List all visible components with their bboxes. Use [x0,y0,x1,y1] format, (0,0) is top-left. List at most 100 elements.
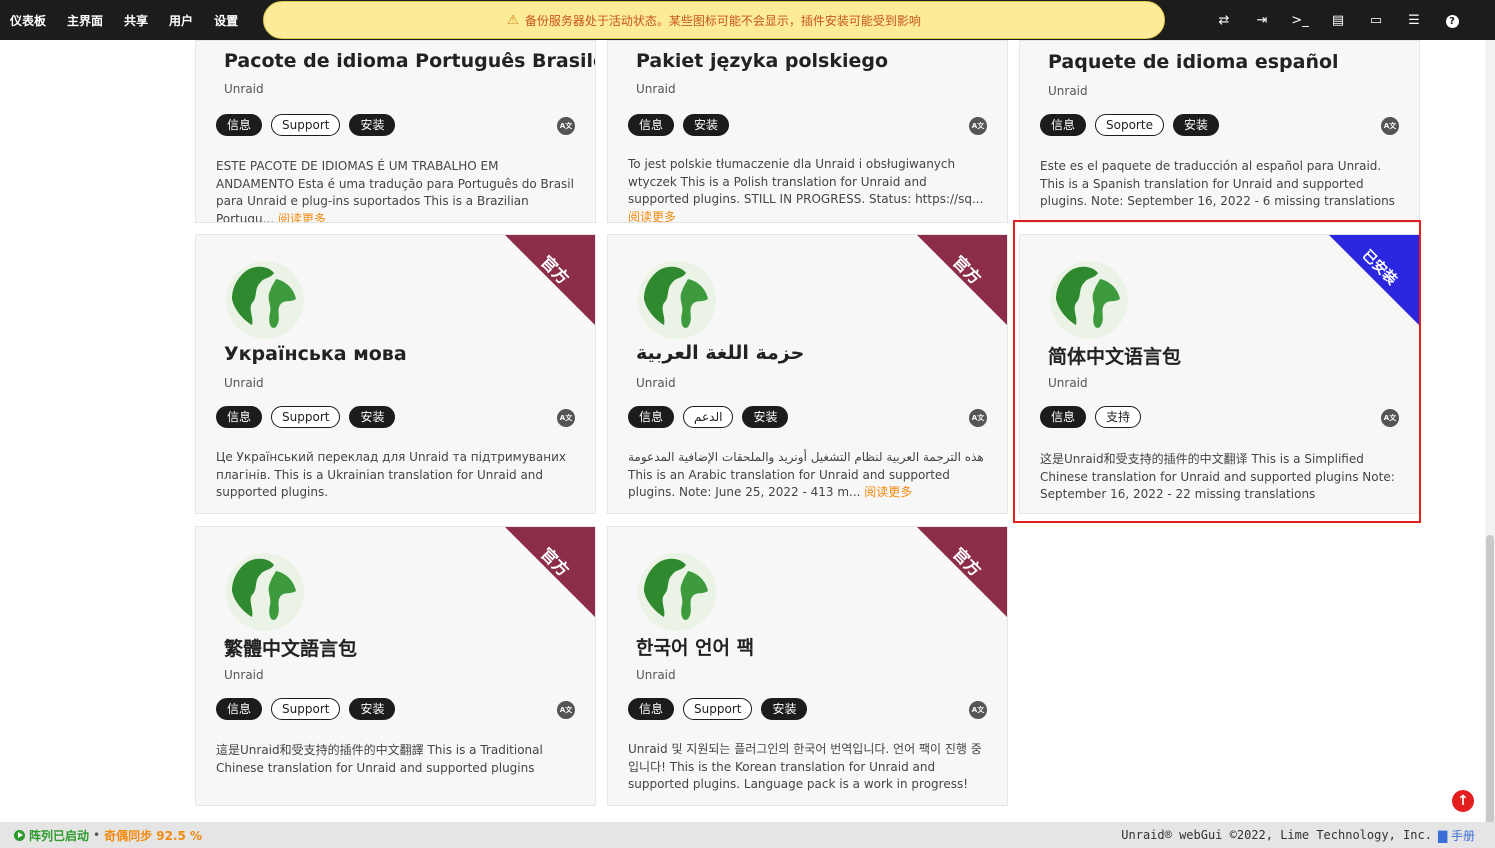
read-more-link[interactable]: 阅读更多 [278,212,326,223]
translate-icon[interactable]: A文 [557,701,575,719]
plugin-card: Pakiet języka polskiego Unraid 信息 安装 A文 … [607,40,1008,223]
warning-text: 备份服务器处于活动状态。某些图标可能不会显示，插件安装可能受到影响 [524,13,921,28]
logout-icon[interactable]: ⇥ [1243,13,1281,28]
array-status: 阵列已启动 • 奇偶同步 92.5 % [14,827,202,844]
nav-main[interactable]: 主界面 [67,12,103,29]
plugin-card: Paquete de idioma español Unraid 信息 Sopo… [1019,40,1420,223]
ribbon-label: 官方 [948,252,985,289]
translate-icon[interactable]: A文 [1381,117,1399,135]
card-title: 한국어 언어 팩 [636,637,755,659]
install-button[interactable]: 安装 [761,698,808,720]
translate-icon[interactable]: A文 [969,117,987,135]
install-button[interactable]: 安装 [683,114,730,136]
plugin-card: 官方 Українська мова Unraid 信息 Support 安装 … [195,234,596,514]
info-button[interactable]: 信息 [216,698,263,720]
manual-label: 手册 [1450,828,1475,843]
log-icon[interactable]: ▤ [1319,13,1357,28]
copyright-text: Unraid® webGui ©2022, Lime Technology, I… [1121,828,1432,842]
support-button[interactable]: Soporte [1095,114,1164,136]
support-button[interactable]: Support [683,698,753,720]
warning-banner: ⚠ 备份服务器处于活动状态。某些图标可能不会显示，插件安装可能受到影响 [263,1,1165,39]
card-title: Pakiet języka polskiego [636,50,889,72]
info-button[interactable]: 信息 [1040,406,1087,428]
ribbon-label: 官方 [948,544,985,581]
card-buttons: 信息 Support 安装 [216,698,404,720]
ribbon-label: 官方 [536,544,573,581]
translate-icon[interactable]: A文 [557,409,575,427]
array-started-text: 阵列已启动 [29,828,90,843]
desc-text: ESTE PACOTE DE IDIOMAS É UM TRABALHO EM … [216,159,574,223]
play-icon [14,829,25,841]
info-button[interactable]: 信息 [1040,114,1087,136]
install-button[interactable]: 安装 [349,698,396,720]
nav-shares[interactable]: 共享 [124,12,148,29]
card-description: Unraid 및 지원되는 플러그인의 한국어 번역입니다. 언어 팩이 진행 … [628,742,982,791]
translate-icon[interactable]: A文 [1381,409,1399,427]
scrollbar-thumb[interactable] [1486,535,1494,848]
card-description: 這是Unraid和受支持的插件的中文翻譯 This is a Tradition… [216,743,543,775]
card-description: 这是Unraid和受支持的插件的中文翻译 This is a Simplifie… [1040,452,1395,501]
card-buttons: 信息 Support 安装 [216,114,404,136]
switch-icon[interactable]: ⇄ [1205,13,1243,28]
install-button[interactable]: 安装 [742,406,789,428]
support-button[interactable]: Support [271,698,341,720]
info-button[interactable]: 信息 [216,406,263,428]
warning-icon: ⚠ [507,12,519,28]
card-description: Це Український переклад для Unraid та пі… [216,450,566,499]
card-title: حزمة اللغة العربية [636,342,805,364]
support-button[interactable]: Support [271,406,341,428]
globe-icon [638,553,716,631]
support-button[interactable]: الدعم [683,406,734,428]
installed-ribbon: 已安装 [1329,235,1419,325]
official-ribbon: 官方 [917,527,1007,617]
manual-link[interactable]: ▇ 手册 [1438,827,1475,844]
nav-users[interactable]: 用户 [169,12,193,29]
help-icon-wrap[interactable]: ? [1433,13,1471,28]
support-button[interactable]: Support [271,114,341,136]
terminal-icon[interactable]: >_ [1281,13,1319,28]
translate-icon[interactable]: A文 [969,701,987,719]
card-buttons: 信息 Support 安装 [216,406,404,428]
help-icon[interactable]: ? [1445,14,1459,28]
translate-icon[interactable]: A文 [969,409,987,427]
official-ribbon: 官方 [505,235,595,325]
card-title: 简体中文语言包 [1048,346,1182,368]
card-buttons: 信息 الدعم 安装 [628,406,797,428]
nav-dashboard[interactable]: 仪表板 [10,12,46,29]
info-button[interactable]: 信息 [628,406,675,428]
install-button[interactable]: 安装 [349,114,396,136]
info-button[interactable]: 信息 [628,698,675,720]
card-buttons: 信息 安装 [628,114,738,136]
card-title: Paquete de idioma español [1048,51,1339,73]
top-bar: 仪表板 主界面 共享 用户 设置 ⚠ 备份服务器处于活动状态。某些图标可能不会显… [0,0,1495,40]
card-title: 繁體中文語言包 [224,638,358,660]
plugin-card-installed: 已安装 简体中文语言包 Unraid 信息 支持 A文 这是Unraid和受支持… [1019,234,1420,514]
ribbon-label: 已安装 [1358,247,1400,289]
globe-icon [638,261,716,339]
card-author: Unraid [1048,376,1088,390]
globe-icon [226,553,304,631]
card-description: To jest polskie tłumaczenie dla Unraid i… [628,156,990,223]
list-icon[interactable]: ☰ [1395,13,1433,28]
scroll-to-top-icon[interactable]: ↑ [1452,790,1474,812]
card-buttons: 信息 Soporte 安装 [1040,114,1228,136]
read-more-link[interactable]: 阅读更多 [628,210,676,223]
plugin-card: 官方 繁體中文語言包 Unraid 信息 Support 安装 A文 這是Unr… [195,526,596,806]
desc-text: هذه الترجمة العربية لنظام التشغيل أونريد… [628,450,984,499]
translate-icon[interactable]: A文 [557,117,575,135]
nav-settings[interactable]: 设置 [214,12,238,29]
plugin-card: 官方 حزمة اللغة العربية Unraid 信息 الدعم 安装… [607,234,1008,514]
support-button[interactable]: 支持 [1095,406,1142,428]
info-button[interactable]: 信息 [216,114,263,136]
read-more-link[interactable]: 阅读更多 [864,485,912,499]
monitor-icon[interactable]: ▭ [1357,13,1395,28]
globe-icon [226,261,304,339]
official-ribbon: 官方 [917,235,1007,325]
official-ribbon: 官方 [505,527,595,617]
globe-icon [1050,261,1128,339]
install-button[interactable]: 安装 [1172,114,1219,136]
install-button[interactable]: 安装 [349,406,396,428]
info-button[interactable]: 信息 [628,114,675,136]
card-description: Este es el paquete de traducción al espa… [1040,159,1395,208]
scrollbar[interactable] [1485,40,1495,848]
